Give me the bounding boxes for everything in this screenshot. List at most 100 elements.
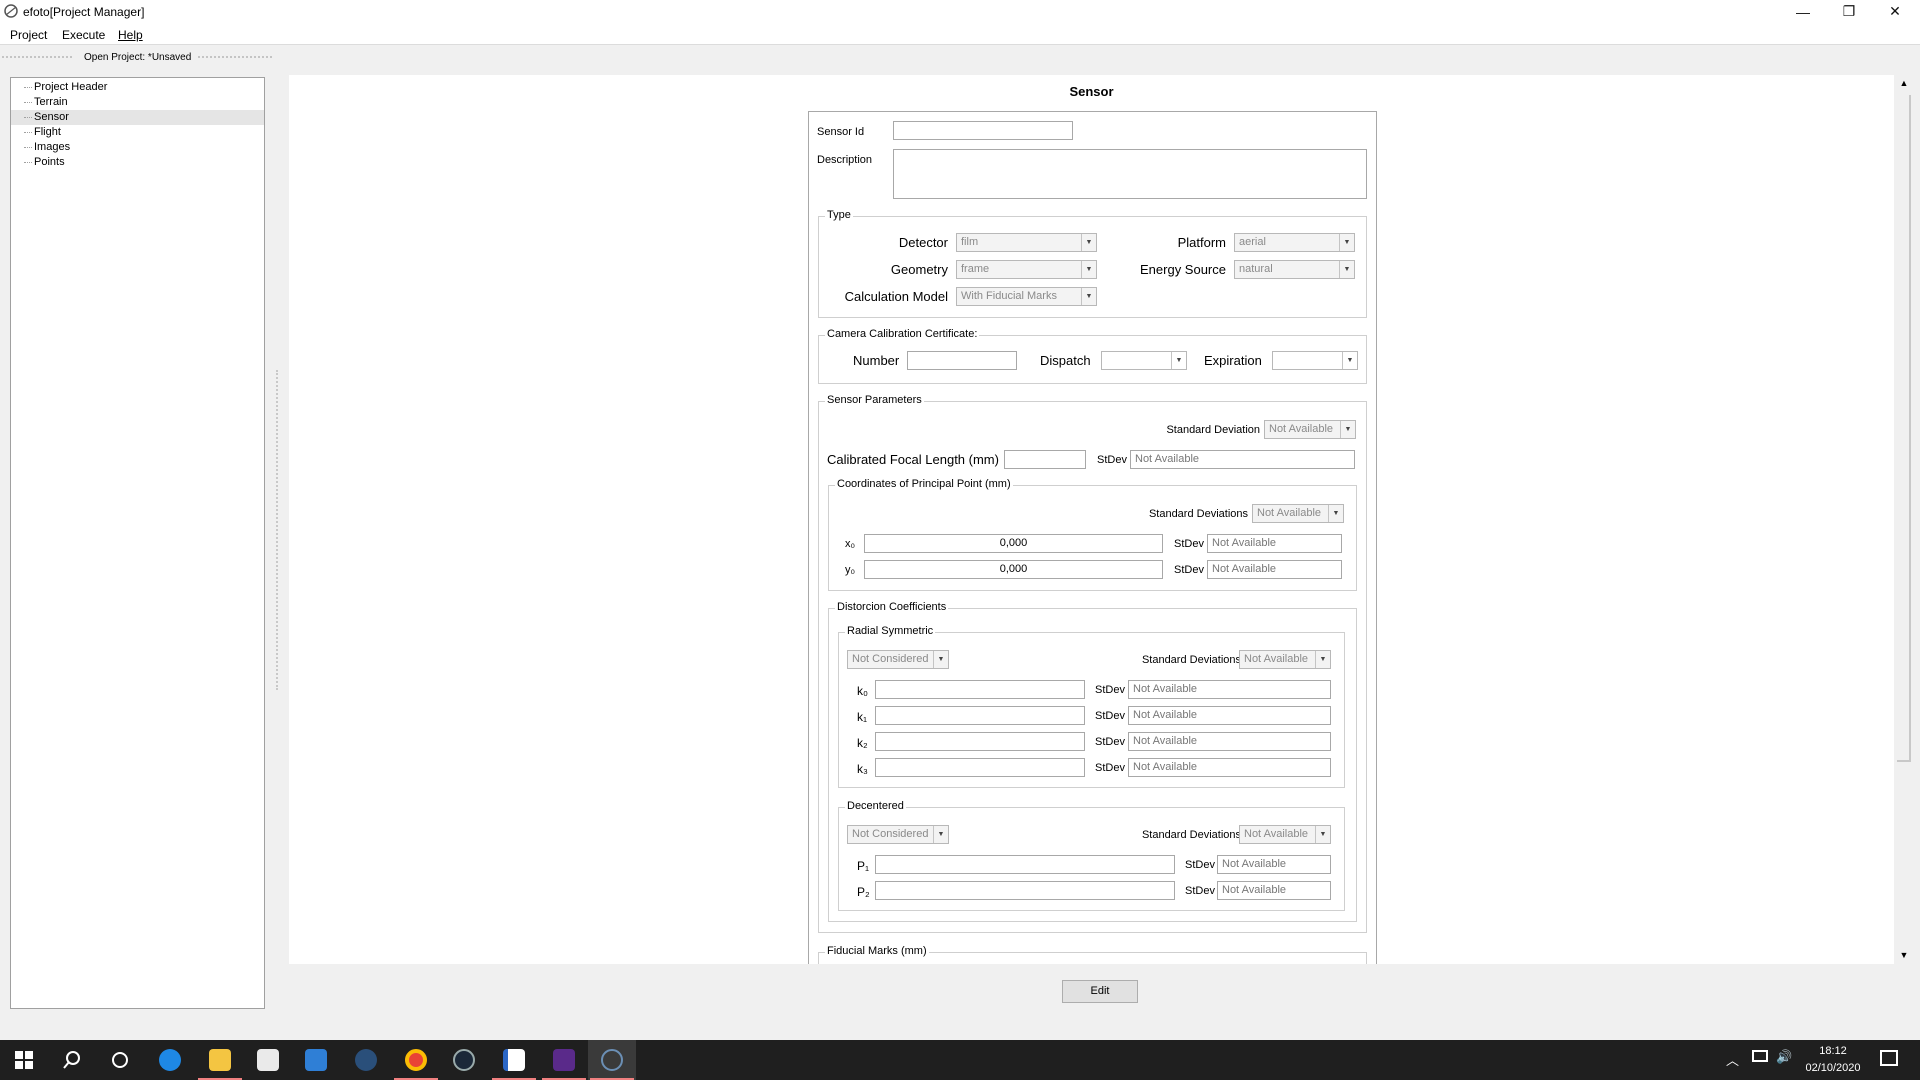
store-icon[interactable] [244, 1040, 292, 1080]
tree-item-label: Sensor [34, 111, 69, 123]
tray-chevron-icon[interactable]: ︿ [1726, 1050, 1739, 1069]
y0-input[interactable]: 0,000 [864, 560, 1163, 579]
toolbar-grip[interactable] [2, 56, 72, 58]
x0-stdev-input[interactable]: Not Available [1207, 534, 1342, 553]
minimize-button[interactable]: — [1780, 0, 1826, 23]
scroll-thumb[interactable] [1897, 95, 1911, 762]
clock[interactable]: 18:12 02/10/2020 [1795, 1043, 1871, 1077]
y0-stdev-input[interactable]: Not Available [1207, 560, 1342, 579]
notifications-icon[interactable] [1880, 1050, 1898, 1066]
close-button[interactable]: ✕ [1872, 0, 1918, 23]
menu-execute[interactable]: Execute [62, 28, 105, 42]
focal-stdev-input[interactable]: Not Available [1130, 450, 1355, 469]
edge-icon[interactable] [146, 1040, 194, 1080]
edit-button[interactable]: Edit [1062, 980, 1138, 1003]
windows-start-icon[interactable] [0, 1040, 48, 1080]
radial-symmetric-title: Radial Symmetric [845, 625, 936, 637]
k2-input[interactable] [875, 732, 1085, 751]
menu-help[interactable]: Help [118, 28, 143, 42]
game-app-icon[interactable] [540, 1040, 588, 1080]
k2-stdev-input[interactable]: Not Available [1128, 732, 1331, 751]
p2-input[interactable] [875, 881, 1175, 900]
document-app-icon[interactable] [490, 1040, 538, 1080]
x0-input[interactable]: 0,000 [864, 534, 1163, 553]
k1-label: k₁ [857, 710, 868, 724]
geometry-label: Geometry [890, 262, 948, 277]
p1-input[interactable] [875, 855, 1175, 874]
file-explorer-icon[interactable] [196, 1040, 244, 1080]
radial-mode-value: Not Considered [852, 653, 929, 665]
pp-standard-deviations-label: Standard Deviations [1148, 508, 1248, 520]
tree-item-label: Points [34, 156, 65, 168]
calculation-model-select[interactable]: With Fiducial Marks ▼ [956, 287, 1097, 306]
tree-item-images[interactable]: Images [11, 140, 264, 155]
scroll-down-icon[interactable]: ▼ [1895, 947, 1913, 964]
efoto-app-icon[interactable] [588, 1040, 636, 1080]
chevron-down-icon: ▼ [1081, 261, 1096, 278]
k1-stdev-input[interactable]: Not Available [1128, 706, 1331, 725]
chrome-icon[interactable] [392, 1040, 440, 1080]
k0-input[interactable] [875, 680, 1085, 699]
radial-mode-select[interactable]: Not Considered ▼ [847, 650, 949, 669]
k0-stdev-input[interactable]: Not Available [1128, 680, 1331, 699]
menu-project[interactable]: Project [10, 28, 47, 42]
platform-select[interactable]: aerial ▼ [1234, 233, 1355, 252]
radial-symmetric-group: Radial Symmetric Not Considered ▼ Standar… [838, 625, 1345, 788]
steam-icon[interactable] [440, 1040, 488, 1080]
tree-item-points[interactable]: Points [11, 155, 264, 170]
p2-stdev-input[interactable]: Not Available [1217, 881, 1331, 900]
focal-length-input[interactable] [1004, 450, 1086, 469]
certificate-number-input[interactable] [907, 351, 1017, 370]
k1-input[interactable] [875, 706, 1085, 725]
project-tree[interactable]: Project Header Terrain Sensor Flight Ima… [10, 77, 265, 1009]
pp-standard-deviations-select[interactable]: Not Available ▼ [1252, 504, 1344, 523]
p1-stdev-input[interactable]: Not Available [1217, 855, 1331, 874]
expiration-date-select[interactable]: ▼ [1272, 351, 1358, 370]
toolbar [0, 46, 1920, 68]
geometry-select[interactable]: frame ▼ [956, 260, 1097, 279]
decentered-mode-select[interactable]: Not Considered ▼ [847, 825, 949, 844]
volume-icon[interactable]: 🔊 [1776, 1049, 1792, 1065]
k3-input[interactable] [875, 758, 1085, 777]
distortion-group: Distorcion Coefficients Radial Symmetric… [828, 601, 1357, 922]
toolbar-grip-right[interactable] [198, 56, 272, 58]
open-project-status: Open Project: *Unsaved [84, 52, 192, 63]
standard-deviation-select[interactable]: Not Available ▼ [1264, 420, 1356, 439]
sensor-id-input[interactable] [893, 121, 1073, 140]
tree-item-terrain[interactable]: Terrain [11, 95, 264, 110]
network-icon[interactable] [1752, 1050, 1768, 1062]
tree-item-flight[interactable]: Flight [11, 125, 264, 140]
restore-button[interactable]: ❐ [1826, 0, 1872, 23]
description-textarea[interactable] [893, 149, 1367, 199]
chevron-down-icon: ▼ [933, 651, 948, 668]
scroll-up-icon[interactable]: ▲ [1895, 75, 1913, 92]
chevron-down-icon: ▼ [1328, 505, 1343, 522]
dispatch-date-select[interactable]: ▼ [1101, 351, 1187, 370]
search-icon[interactable] [48, 1040, 96, 1080]
cortana-icon[interactable] [96, 1040, 144, 1080]
tree-item-project-header[interactable]: Project Header [11, 80, 264, 95]
p1-stdev-label: StDev [1185, 859, 1215, 871]
distortion-title: Distorcion Coefficients [835, 601, 949, 613]
k0-label: k₀ [857, 684, 868, 698]
vertical-scrollbar[interactable]: ▲ ▼ [1895, 75, 1913, 964]
detector-select[interactable]: film ▼ [956, 233, 1097, 252]
calibration-group: Camera Calibration Certificate: Number D… [818, 328, 1367, 384]
tree-item-sensor[interactable]: Sensor [11, 110, 264, 125]
type-group-title: Type [825, 209, 853, 221]
k3-stdev-input[interactable]: Not Available [1128, 758, 1331, 777]
headset-app-icon[interactable] [342, 1040, 390, 1080]
focal-length-label: Calibrated Focal Length (mm) [827, 452, 999, 467]
sensor-panel: Sensor Sensor Id Description Type Detect… [289, 75, 1894, 992]
k2-stdev-label: StDev [1095, 736, 1125, 748]
mail-icon[interactable] [292, 1040, 340, 1080]
geometry-value: frame [961, 263, 990, 275]
k1-stdev-label: StDev [1095, 710, 1125, 722]
panel-splitter[interactable] [276, 370, 278, 690]
radial-std-select[interactable]: Not Available ▼ [1239, 650, 1331, 669]
standard-deviation-label: Standard Deviation [1166, 424, 1260, 436]
decentered-std-select[interactable]: Not Available ▼ [1239, 825, 1331, 844]
chevron-down-icon: ▼ [1315, 826, 1330, 843]
energy-source-label: Energy Source [1140, 262, 1226, 277]
energy-source-select[interactable]: natural ▼ [1234, 260, 1355, 279]
